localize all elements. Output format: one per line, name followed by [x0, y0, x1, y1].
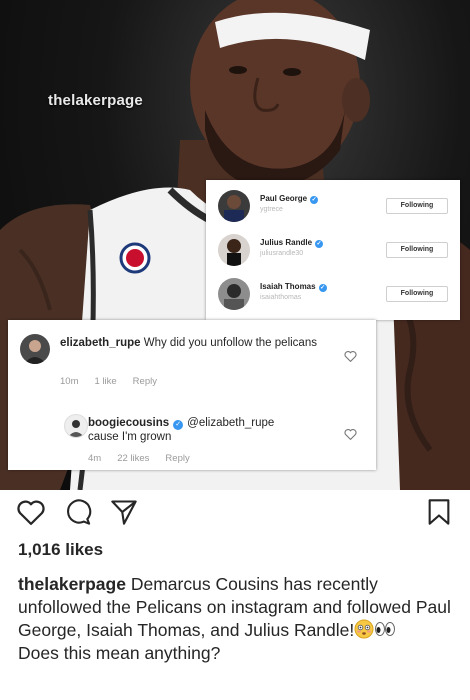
- post-caption: thelakerpage Demarcus Cousins has recent…: [18, 573, 458, 665]
- following-row[interactable]: Paul George ✓ ygtrece Following: [206, 184, 460, 228]
- following-row[interactable]: Julius Randle ✓ juliusrandle30 Following: [206, 228, 460, 272]
- reply-button[interactable]: Reply: [133, 376, 157, 387]
- following-handle: juliusrandle30: [260, 250, 304, 257]
- caption-username[interactable]: thelakerpage: [18, 574, 126, 594]
- avatar[interactable]: [218, 190, 250, 222]
- following-list-card: Paul George ✓ ygtrece Following Julius Ra…: [206, 180, 460, 320]
- heart-icon[interactable]: [16, 498, 46, 526]
- comments-card: elizabeth_rupe Why did you unfollow the …: [8, 320, 376, 470]
- following-name[interactable]: Paul George ✓: [260, 194, 319, 204]
- comment-body: Why did you unfollow the pelicans: [143, 337, 317, 349]
- comment-meta: 4m 22 likes Reply: [88, 453, 206, 464]
- verified-badge-icon: ✓: [318, 284, 327, 292]
- avatar[interactable]: [64, 414, 88, 438]
- avatar[interactable]: [218, 278, 250, 310]
- post-action-bar: [0, 494, 470, 530]
- following-row[interactable]: Isaiah Thomas ✓ isaiahthomas Following: [206, 272, 460, 316]
- following-name[interactable]: Julius Randle ✓: [260, 238, 324, 248]
- comment-likes[interactable]: 1 like: [94, 376, 116, 387]
- share-icon[interactable]: [110, 498, 138, 526]
- caption-question: Does this mean anything?: [18, 643, 221, 663]
- heart-icon[interactable]: [344, 350, 357, 362]
- watermark: thelakerpage: [48, 92, 143, 109]
- bookmark-icon[interactable]: [426, 498, 452, 526]
- following-button[interactable]: Following: [386, 242, 448, 258]
- verified-badge-icon: ✓: [310, 196, 319, 204]
- comment-icon[interactable]: [64, 498, 92, 526]
- likes-count[interactable]: 1,016 likes: [18, 540, 103, 560]
- comment-likes[interactable]: 22 likes: [117, 453, 149, 464]
- reply-button[interactable]: Reply: [165, 453, 189, 464]
- following-name[interactable]: Isaiah Thomas ✓: [260, 282, 327, 292]
- comment-username[interactable]: boogiecousins: [88, 417, 169, 429]
- avatar[interactable]: [218, 234, 250, 266]
- avatar[interactable]: [20, 334, 50, 364]
- emoji-eyes-icon: [375, 622, 396, 636]
- following-handle: isaiahthomas: [260, 294, 302, 301]
- following-handle: ygtrece: [260, 206, 283, 213]
- emoji-flushed-icon: [354, 619, 374, 639]
- post-image[interactable]: thelakerpage Paul George ✓ ygtrece Follow…: [0, 0, 470, 490]
- reply-text: boogiecousins ✓ @elizabeth_rupe cause I'm …: [88, 416, 338, 444]
- following-button[interactable]: Following: [386, 286, 448, 302]
- mention-link[interactable]: @elizabeth_rupe: [187, 417, 274, 429]
- verified-badge-icon: ✓: [173, 420, 184, 430]
- comment-time: 10m: [60, 376, 79, 387]
- comment-time: 4m: [88, 453, 102, 464]
- verified-badge-icon: ✓: [315, 240, 324, 248]
- heart-icon[interactable]: [344, 428, 357, 440]
- comment-meta: 10m 1 like Reply: [60, 376, 173, 387]
- comment-body: cause I'm grown: [88, 431, 172, 443]
- comment-username[interactable]: elizabeth_rupe: [60, 337, 141, 349]
- comment-text: elizabeth_rupe Why did you unfollow the …: [60, 336, 340, 350]
- following-button[interactable]: Following: [386, 198, 448, 214]
